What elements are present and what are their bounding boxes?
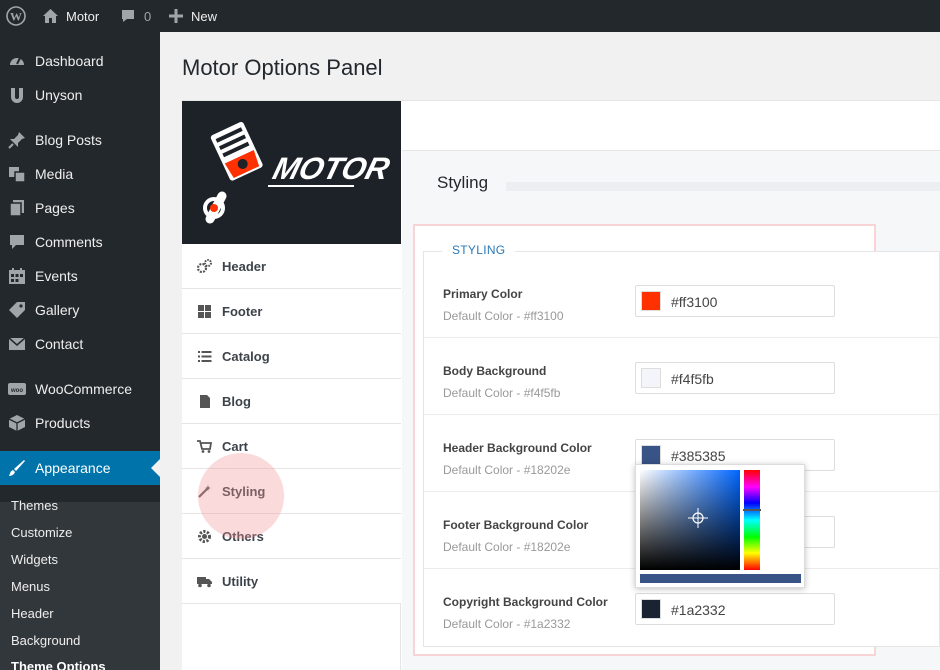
calendar-icon xyxy=(8,267,26,285)
submenu-item-customize[interactable]: Customize xyxy=(11,523,72,543)
unyson-icon xyxy=(8,86,26,104)
plus-icon xyxy=(169,9,183,23)
new-label: New xyxy=(191,8,218,24)
content-top-bar xyxy=(402,101,940,151)
list-icon xyxy=(197,349,212,364)
pages-icon xyxy=(8,199,26,217)
section-heading: Styling xyxy=(437,173,489,192)
comments-link[interactable]: 0 xyxy=(120,0,151,32)
sidebar-item-products[interactable]: Products xyxy=(0,406,160,440)
color-picker-popup xyxy=(635,464,805,588)
gears-icon xyxy=(196,259,212,274)
nav-tab-header[interactable]: Header xyxy=(182,244,401,289)
sidebar-item-gallery[interactable]: Gallery xyxy=(0,293,160,327)
home-icon xyxy=(42,8,59,24)
sidebar-item-unyson[interactable]: Unyson xyxy=(0,78,160,112)
page-title: Motor Options Panel xyxy=(182,55,383,80)
gear-icon xyxy=(197,529,212,544)
mail-icon xyxy=(8,335,26,353)
nav-tab-catalog[interactable]: Catalog xyxy=(182,334,401,379)
comment-icon xyxy=(120,8,136,24)
submenu-item-header[interactable]: Header xyxy=(11,604,54,624)
box-icon xyxy=(8,414,26,432)
sidebar-item-appearance[interactable]: Appearance xyxy=(0,451,160,485)
options-panel: MOTOR Header Footer Catalog Blog Cart St… xyxy=(182,100,940,670)
color-swatch[interactable] xyxy=(641,599,661,619)
body-background-input[interactable]: #f4f5fb xyxy=(635,362,835,394)
styling-legend: STYLING xyxy=(442,243,516,257)
sidebar-item-blog-posts[interactable]: Blog Posts xyxy=(0,123,160,157)
sidebar-item-contact[interactable]: Contact xyxy=(0,327,160,361)
color-row-label: Header Background Color xyxy=(443,441,592,455)
color-swatch[interactable] xyxy=(641,445,661,465)
submenu-item-themes[interactable]: Themes xyxy=(11,496,58,516)
new-content-link[interactable]: New xyxy=(169,0,217,32)
sidebar-item-events[interactable]: Events xyxy=(0,259,160,293)
submenu-item-background[interactable]: Background xyxy=(11,631,80,651)
selected-color-preview xyxy=(640,574,801,583)
color-row-label: Copyright Background Color xyxy=(443,595,608,609)
media-icon xyxy=(8,165,26,183)
saturation-area[interactable] xyxy=(640,470,740,570)
nav-tab-blog[interactable]: Blog xyxy=(182,379,401,424)
color-row-default: Default Color - #18202e xyxy=(443,463,571,477)
brush-icon xyxy=(8,459,26,477)
motor-logo: MOTOR xyxy=(182,101,401,244)
svg-text:woo: woo xyxy=(10,388,23,394)
color-row-body-background: Body Background Default Color - #f4f5fb … xyxy=(424,338,940,415)
color-swatch[interactable] xyxy=(641,291,661,311)
sidebar-item-dashboard[interactable]: Dashboard xyxy=(0,44,160,78)
color-row-label: Body Background xyxy=(443,364,547,378)
cart-icon xyxy=(197,439,213,454)
sidebar-item-media[interactable]: Media xyxy=(0,157,160,191)
nav-tab-utility[interactable]: Utility xyxy=(182,559,401,604)
color-row-label: Primary Color xyxy=(443,287,523,301)
copyright-background-input[interactable]: #1a2332 xyxy=(635,593,835,625)
admin-sidebar: Dashboard Unyson Blog Posts Media Pages … xyxy=(0,32,160,670)
tag-icon xyxy=(8,301,26,319)
appearance-submenu: Themes Customize Widgets Menus Header Ba… xyxy=(0,498,160,670)
grid-icon xyxy=(197,304,212,319)
submenu-item-menus[interactable]: Menus xyxy=(11,577,50,597)
color-row-default: Default Color - #1a2332 xyxy=(443,617,571,631)
color-row-default: Default Color - #ff3100 xyxy=(443,309,564,323)
hue-slider[interactable] xyxy=(744,470,760,570)
comments-count: 0 xyxy=(144,8,152,24)
submenu-item-widgets[interactable]: Widgets xyxy=(11,550,58,570)
color-row-primary: Primary Color Default Color - #ff3100 #f… xyxy=(424,261,940,338)
color-row-label: Footer Background Color xyxy=(443,518,589,532)
pin-icon xyxy=(8,131,26,149)
truck-icon xyxy=(197,574,212,589)
nav-tab-footer[interactable]: Footer xyxy=(182,289,401,334)
active-menu-arrow xyxy=(151,459,160,477)
sidebar-item-comments[interactable]: Comments xyxy=(0,225,160,259)
logo-text: MOTOR xyxy=(269,151,393,186)
svg-text:W: W xyxy=(10,10,22,24)
comments-icon xyxy=(8,233,26,251)
woocommerce-icon: woo xyxy=(8,380,26,398)
heading-rule xyxy=(506,182,940,191)
site-name: Motor xyxy=(66,8,100,24)
document-icon xyxy=(197,394,212,409)
primary-color-input[interactable]: #ff3100 xyxy=(635,285,835,317)
color-swatch[interactable] xyxy=(641,368,661,388)
submenu-item-theme-options[interactable]: Theme Options xyxy=(11,657,106,670)
sidebar-item-woocommerce[interactable]: woo WooCommerce xyxy=(0,372,160,406)
sidebar-item-pages[interactable]: Pages xyxy=(0,191,160,225)
click-indicator xyxy=(198,453,284,539)
site-name-link[interactable]: Motor xyxy=(42,0,99,32)
dashboard-icon xyxy=(8,52,26,70)
admin-bar: W Motor 0 New xyxy=(0,0,940,32)
color-row-default: Default Color - #18202e xyxy=(443,540,571,554)
hue-slider-handle[interactable] xyxy=(743,509,761,511)
options-nav: MOTOR Header Footer Catalog Blog Cart St… xyxy=(182,101,402,670)
wordpress-icon[interactable]: W xyxy=(6,0,26,32)
color-row-default: Default Color - #f4f5fb xyxy=(443,386,561,400)
